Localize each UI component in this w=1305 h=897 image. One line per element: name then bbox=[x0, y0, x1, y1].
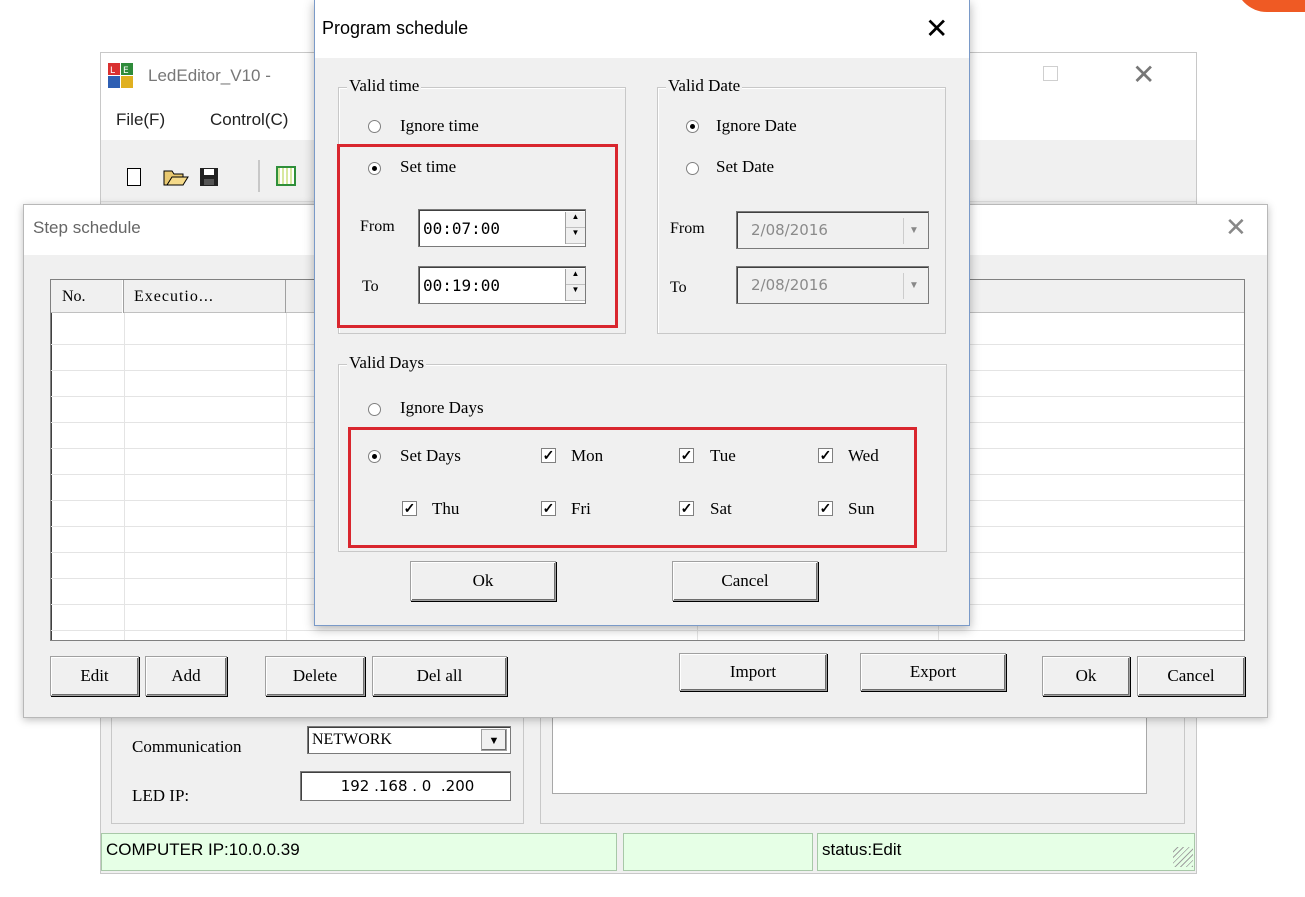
column-divider-exec bbox=[286, 313, 287, 640]
valid-days-title: Valid Days bbox=[347, 353, 427, 373]
valid-time-title: Valid time bbox=[347, 76, 422, 96]
svg-text:E: E bbox=[123, 66, 129, 76]
status-edit-cell: status:Edit bbox=[817, 833, 1195, 871]
program-schedule-close-icon[interactable]: ✕ bbox=[925, 12, 948, 45]
ignore-date-label: Ignore Date bbox=[716, 116, 797, 135]
close-icon[interactable]: ✕ bbox=[1132, 58, 1155, 91]
step-schedule-title: Step schedule bbox=[33, 218, 141, 237]
ignore-date-radio[interactable] bbox=[686, 120, 699, 133]
valid-date-title: Valid Date bbox=[666, 76, 743, 96]
date-to-select[interactable]: 2/08/2016 bbox=[736, 266, 929, 304]
step-cancel-button[interactable]: Cancel bbox=[1137, 656, 1245, 696]
ignore-days-label: Ignore Days bbox=[400, 398, 484, 417]
ignore-time-radio[interactable] bbox=[368, 120, 381, 133]
column-no-label: No. bbox=[62, 288, 86, 305]
status-computer-ip-cell: COMPUTER IP:10.0.0.39 bbox=[101, 833, 617, 871]
date-to-dropdown-icon[interactable]: ▼ bbox=[903, 273, 924, 299]
date-from-dropdown-icon[interactable]: ▼ bbox=[903, 218, 924, 244]
ignore-time-label: Ignore time bbox=[400, 116, 479, 135]
import-button[interactable]: Import bbox=[679, 653, 827, 691]
program-schedule-title: Program schedule bbox=[322, 18, 469, 38]
ignore-days-radio[interactable] bbox=[368, 403, 381, 416]
add-button[interactable]: Add bbox=[145, 656, 227, 696]
new-file-icon[interactable] bbox=[127, 168, 141, 186]
led-ip-input[interactable]: 192 .168 . 0 .200 bbox=[300, 771, 511, 801]
status-middle-cell bbox=[623, 833, 813, 871]
screen-icon[interactable] bbox=[276, 166, 296, 186]
status-bar: COMPUTER IP:10.0.0.39 status:Edit bbox=[101, 833, 1196, 873]
status-computer-ip: COMPUTER IP:10.0.0.39 bbox=[106, 840, 300, 859]
menu-file[interactable]: File(F) bbox=[116, 110, 165, 130]
chevron-down-icon[interactable]: ▼ bbox=[481, 729, 507, 751]
main-window-title: LedEditor_V10 - bbox=[148, 66, 271, 85]
communication-value: NETWORK bbox=[312, 731, 392, 748]
delete-button[interactable]: Delete bbox=[265, 656, 365, 696]
set-date-radio[interactable] bbox=[686, 162, 699, 175]
step-ok-button[interactable]: Ok bbox=[1042, 656, 1130, 696]
communication-label: Communication bbox=[132, 737, 242, 756]
set-days-highlight bbox=[348, 427, 917, 548]
program-cancel-button[interactable]: Cancel bbox=[672, 561, 818, 601]
led-ip-label: LED IP: bbox=[132, 786, 190, 805]
set-time-highlight bbox=[337, 144, 618, 328]
date-from-select[interactable]: 2/08/2016 bbox=[736, 211, 929, 249]
date-to-value: 2/08/2016 bbox=[751, 276, 828, 294]
edit-button[interactable]: Edit bbox=[50, 656, 139, 696]
menu-control[interactable]: Control(C) bbox=[210, 110, 288, 130]
row-line bbox=[51, 630, 1244, 631]
set-date-label: Set Date bbox=[716, 157, 775, 176]
export-button[interactable]: Export bbox=[860, 653, 1006, 691]
del-all-button[interactable]: Del all bbox=[372, 656, 507, 696]
preview-area bbox=[552, 716, 1147, 794]
column-execution-label: Executio... bbox=[134, 288, 214, 305]
svg-text:L: L bbox=[110, 66, 115, 76]
date-to-label: To bbox=[670, 279, 687, 296]
toolbar-separator bbox=[258, 160, 260, 192]
status-edit: status:Edit bbox=[822, 840, 902, 859]
save-icon[interactable] bbox=[199, 167, 219, 192]
maximize-icon[interactable] bbox=[1043, 66, 1058, 81]
date-from-value: 2/08/2016 bbox=[751, 221, 828, 239]
column-divider-no bbox=[124, 313, 125, 640]
program-ok-button[interactable]: Ok bbox=[410, 561, 556, 601]
led-ip-value: 192 .168 . 0 .200 bbox=[340, 777, 475, 795]
resize-grip-icon[interactable] bbox=[1173, 847, 1193, 867]
app-logo-icon: LE bbox=[108, 63, 134, 89]
corner-accent bbox=[1235, 0, 1305, 12]
step-schedule-close-icon[interactable]: ✕ bbox=[1225, 212, 1247, 243]
open-folder-icon[interactable] bbox=[163, 165, 189, 192]
date-from-label: From bbox=[670, 220, 705, 237]
